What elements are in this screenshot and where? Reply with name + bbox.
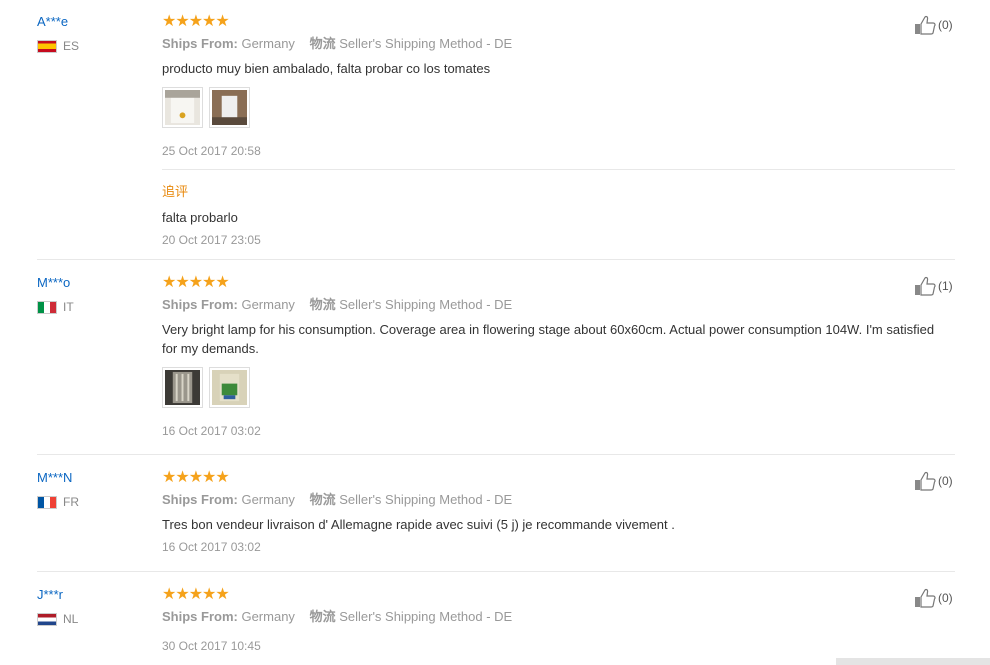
ships-from-value: Germany [241,609,295,624]
helpful-button[interactable]: (0) [914,588,953,608]
ships-from-value: Germany [241,492,295,507]
helpful-button[interactable]: (0) [914,471,953,491]
shipping-method: Seller's Shipping Method - DE [339,492,513,507]
flag-france-icon [37,495,57,509]
star-rating: ★★★★★ [162,469,230,486]
logistics-label: 物流 [309,297,336,312]
country-code: IT [63,300,74,314]
review-divider [37,454,955,455]
review-photo-thumbnail[interactable] [209,87,250,128]
reviewer-name[interactable]: A***e [37,13,79,30]
helpful-button[interactable]: (0) [914,15,953,35]
helpful-count: (1) [938,279,953,293]
photo-image [165,370,200,405]
additional-review-text: falta probarlo [162,210,238,225]
review-content: ★★★★★ Ships From: Germany 物流 Seller's Sh… [162,586,952,654]
reviewer-info: M***N FR [37,469,79,509]
additional-review-label: 追评 [162,184,189,199]
ships-from-label: Ships From: [162,492,238,507]
divider [162,169,955,170]
reviewer-name[interactable]: M***o [37,274,74,291]
reviewer-info: A***e ES [37,13,79,53]
ships-from-label: Ships From: [162,36,238,51]
thumbs-up-icon [915,471,936,491]
star-rating: ★★★★★ [162,13,230,30]
review-date: 16 Oct 2017 03:02 [162,540,261,554]
logistics-label: 物流 [309,609,336,624]
photo-image [165,90,200,125]
reviewer-name[interactable]: J***r [37,586,78,603]
flag-italy-icon [37,300,57,314]
review-text: Very bright lamp for his consumption. Co… [162,322,935,356]
helpful-count: (0) [938,474,953,488]
review-photo-thumbnail[interactable] [209,367,250,408]
country-code: ES [63,39,80,53]
reviewer-name[interactable]: M***N [37,469,79,486]
shipping-method: Seller's Shipping Method - DE [339,609,513,624]
logistics-label: 物流 [309,492,336,507]
star-rating: ★★★★★ [162,586,230,603]
horizontal-scrollbar[interactable] [836,658,990,665]
thumbs-up-icon [915,588,936,608]
reviewer-info: M***o IT [37,274,74,314]
helpful-count: (0) [938,591,953,605]
reviewer-country: FR [37,495,79,509]
ships-from-value: Germany [241,36,295,51]
logistics-label: 物流 [309,36,336,51]
review-divider [37,571,955,572]
ships-from-label: Ships From: [162,297,238,312]
thumbs-up-icon [915,276,936,296]
review-divider [37,259,955,260]
flag-spain-icon [37,39,57,53]
reviewer-info: J***r NL [37,586,78,626]
thumbs-up-icon [915,15,936,35]
reviewer-country: ES [37,39,79,53]
review-content: ★★★★★ Ships From: Germany 物流 Seller's Sh… [162,13,952,159]
review-photo-thumbnail[interactable] [162,367,203,408]
review-date: 25 Oct 2017 20:58 [162,144,261,158]
reviewer-country: IT [37,300,74,314]
shipping-method: Seller's Shipping Method - DE [339,36,513,51]
shipping-info: Ships From: Germany 物流 Seller's Shipping… [162,36,952,52]
review-photos [162,367,952,408]
shipping-info: Ships From: Germany 物流 Seller's Shipping… [162,297,952,313]
helpful-button[interactable]: (1) [914,276,953,296]
ships-from-value: Germany [241,297,295,312]
country-code: FR [63,495,79,509]
additional-review-date: 20 Oct 2017 23:05 [162,233,261,247]
review-photos [162,87,952,128]
shipping-info: Ships From: Germany 物流 Seller's Shipping… [162,492,952,508]
review-text: producto muy bien ambalado, falta probar… [162,61,491,76]
photo-image [212,90,247,125]
review-date: 30 Oct 2017 10:45 [162,639,261,653]
review-content: ★★★★★ Ships From: Germany 物流 Seller's Sh… [162,469,952,555]
ships-from-label: Ships From: [162,609,238,624]
flag-netherlands-icon [37,612,57,626]
star-rating: ★★★★★ [162,274,230,291]
reviewer-country: NL [37,612,78,626]
helpful-count: (0) [938,18,953,32]
review-text: Tres bon vendeur livraison d' Allemagne … [162,517,675,532]
review-content: ★★★★★ Ships From: Germany 物流 Seller's Sh… [162,274,952,439]
review-date: 16 Oct 2017 03:02 [162,424,261,438]
review-photo-thumbnail[interactable] [162,87,203,128]
photo-image [212,370,247,405]
shipping-info: Ships From: Germany 物流 Seller's Shipping… [162,609,952,625]
country-code: NL [63,612,79,626]
shipping-method: Seller's Shipping Method - DE [339,297,513,312]
